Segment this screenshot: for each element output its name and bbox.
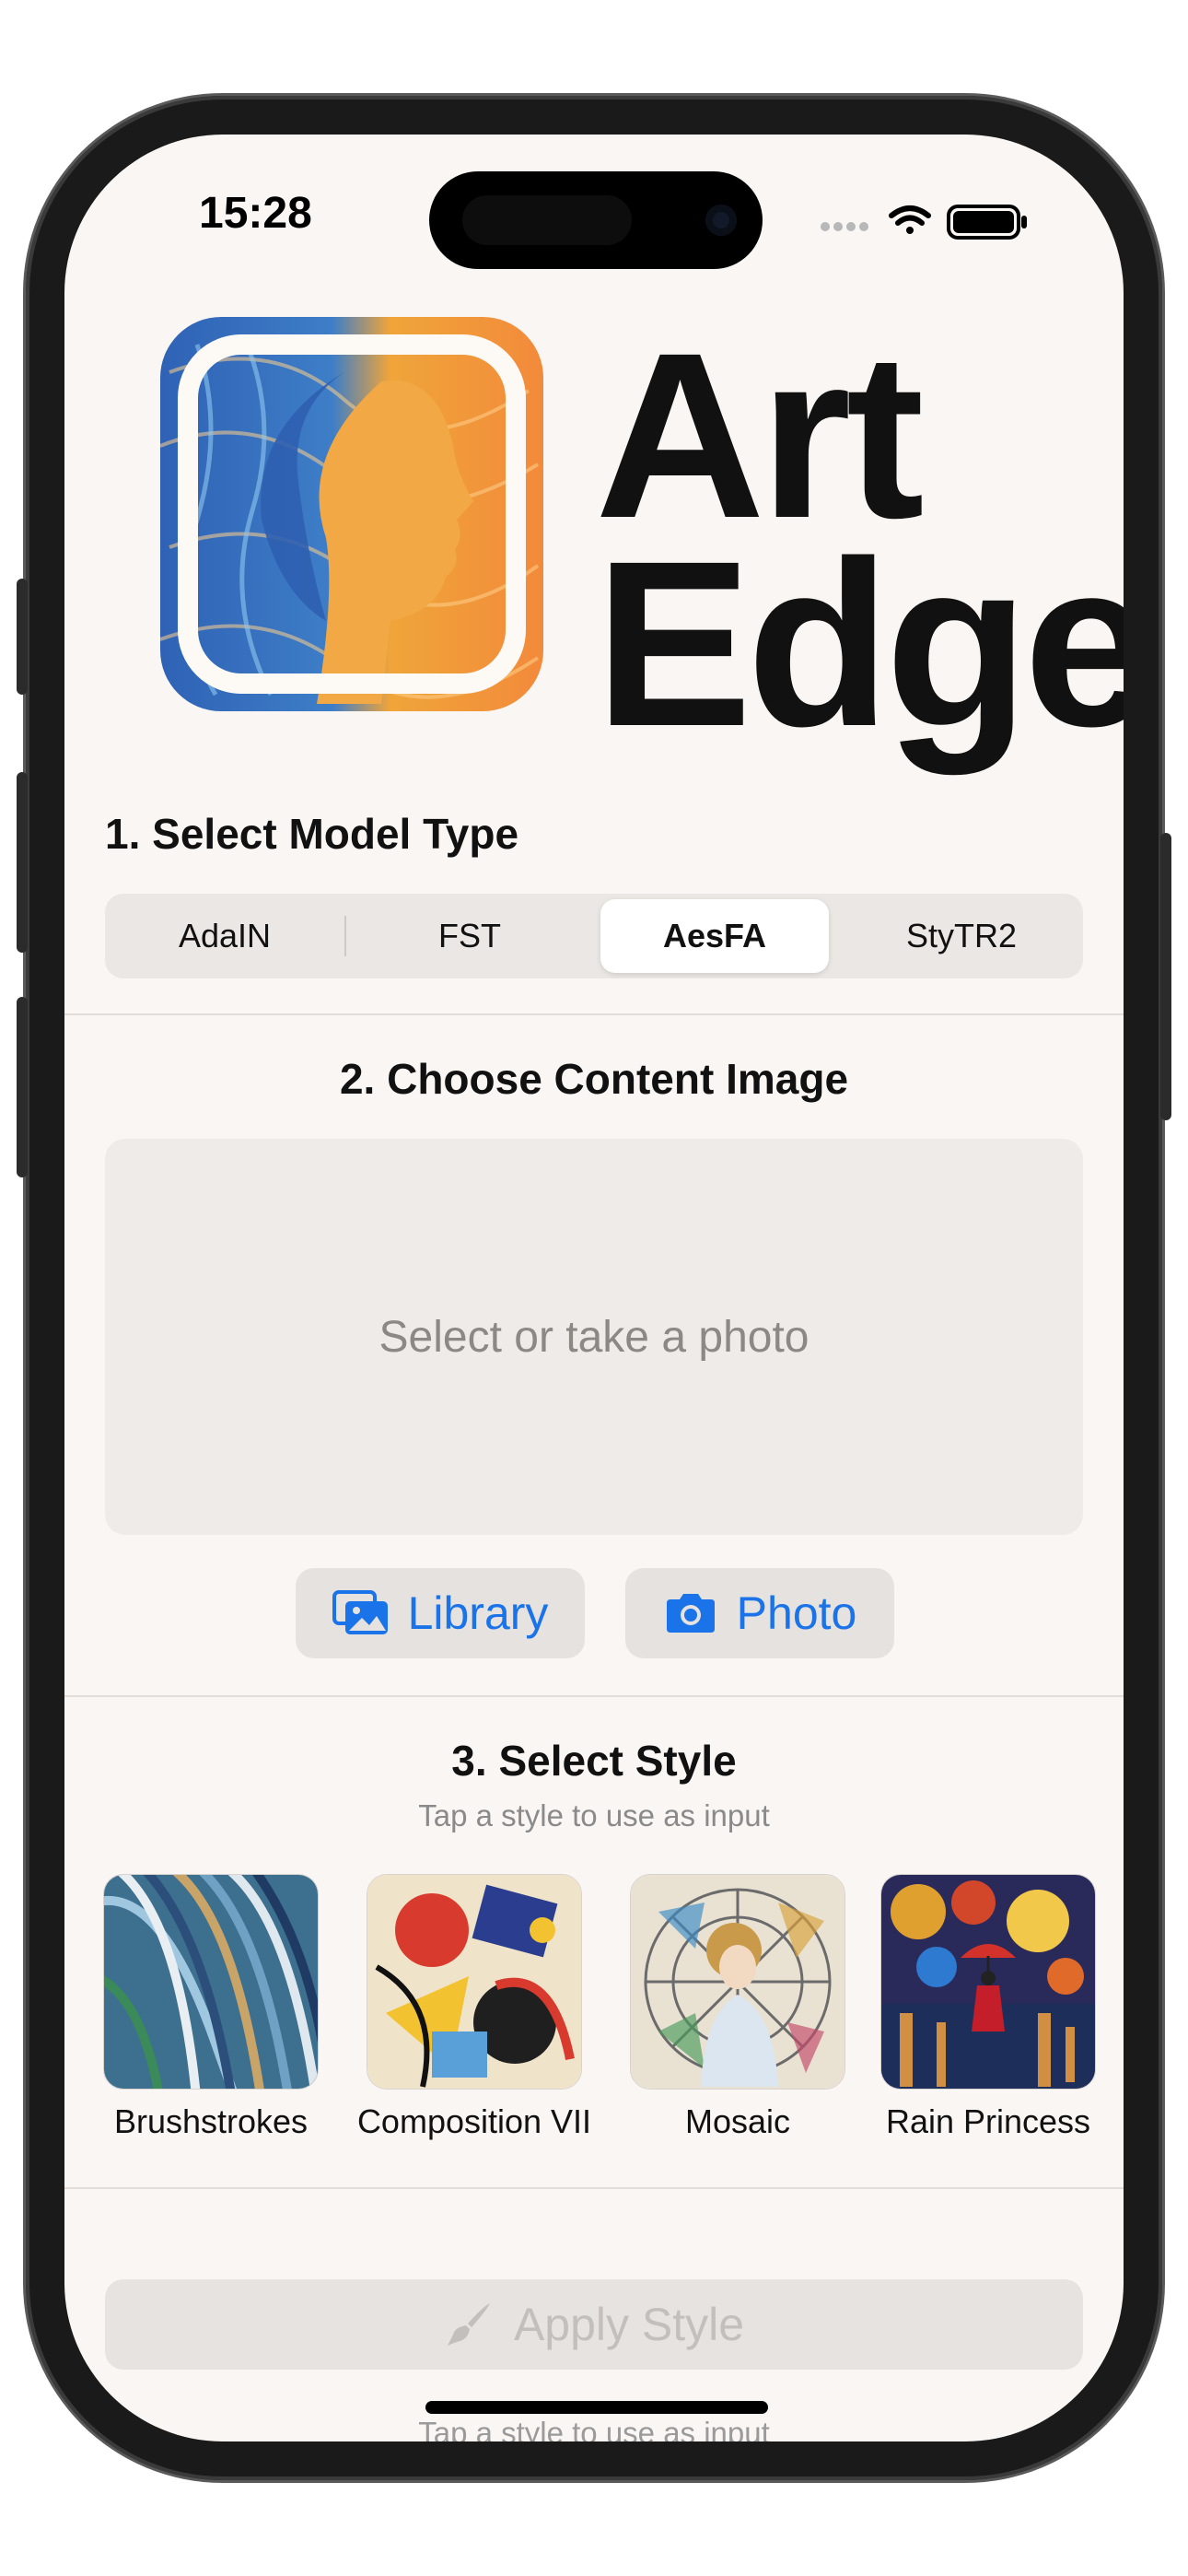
style-thumbnail xyxy=(880,1874,1096,2090)
status-icons xyxy=(821,205,1027,240)
style-card-composition-vii[interactable]: Composition VII xyxy=(357,1874,591,2140)
divider xyxy=(64,1013,1124,1015)
volume-up-button xyxy=(17,772,28,953)
brand-line-2: Edge xyxy=(595,512,1124,776)
style-thumbnail xyxy=(630,1874,845,2090)
model-type-heading: 1. Select Model Type xyxy=(105,810,519,858)
paintbrush-icon xyxy=(447,2303,490,2346)
segment-aesfa[interactable]: AesFA xyxy=(600,899,829,973)
select-style-heading: 3. Select Style xyxy=(451,1737,737,1785)
photo-library-icon xyxy=(332,1590,388,1634)
home-indicator[interactable] xyxy=(425,2401,768,2414)
volume-down-button xyxy=(17,997,28,1177)
select-style-subtitle: Tap a style to use as input xyxy=(418,1798,770,1832)
model-type-segmented-control: AdaIN FST AesFA StyTR2 xyxy=(105,894,1083,978)
app-screen: 15:28 Art Edge 1. Select Model Type AdaI… xyxy=(64,135,1124,2441)
library-label: Library xyxy=(407,1587,549,1639)
style-thumbnail xyxy=(367,1874,582,2090)
brand-line-1: Art xyxy=(595,304,925,568)
wifi-icon xyxy=(889,205,931,234)
camera-icon xyxy=(666,1594,715,1633)
style-card-mosaic[interactable]: Mosaic xyxy=(630,1874,845,2140)
divider xyxy=(64,2187,1124,2189)
segment-divider xyxy=(344,916,346,956)
content-image-heading: 2. Choose Content Image xyxy=(339,1055,849,1103)
segment-stytr2[interactable]: StyTR2 xyxy=(847,899,1076,973)
segment-adain[interactable]: AdaIN xyxy=(111,899,339,973)
photo-label: Photo xyxy=(736,1587,857,1639)
style-label: Rain Princess xyxy=(885,2102,1091,2140)
segment-fst[interactable]: FST xyxy=(355,899,584,973)
placeholder-text: Select or take a photo xyxy=(379,1312,809,1362)
app-logo xyxy=(160,317,543,711)
style-card-brushstrokes[interactable]: Brushstrokes xyxy=(103,1874,319,2140)
apply-style-label: Apply Style xyxy=(513,2299,745,2350)
action-button xyxy=(17,579,28,695)
content-image-placeholder[interactable]: Select or take a photo xyxy=(105,1139,1083,1535)
footer-hint: Tap a style to use as input xyxy=(418,2416,770,2441)
app-title: Art Edge xyxy=(595,304,1124,776)
apply-style-button[interactable]: Apply Style xyxy=(105,2279,1083,2370)
library-button[interactable]: Library xyxy=(296,1568,585,1658)
dynamic-island xyxy=(429,171,763,269)
power-button xyxy=(1160,833,1171,1120)
style-card-rain-princess[interactable]: Rain Princess xyxy=(880,1874,1096,2140)
status-time: 15:28 xyxy=(199,189,312,238)
signal-icon xyxy=(821,222,868,231)
photo-button[interactable]: Photo xyxy=(625,1568,894,1658)
style-thumbnail xyxy=(103,1874,319,2090)
battery-icon xyxy=(947,205,1027,240)
divider xyxy=(64,1695,1124,1697)
